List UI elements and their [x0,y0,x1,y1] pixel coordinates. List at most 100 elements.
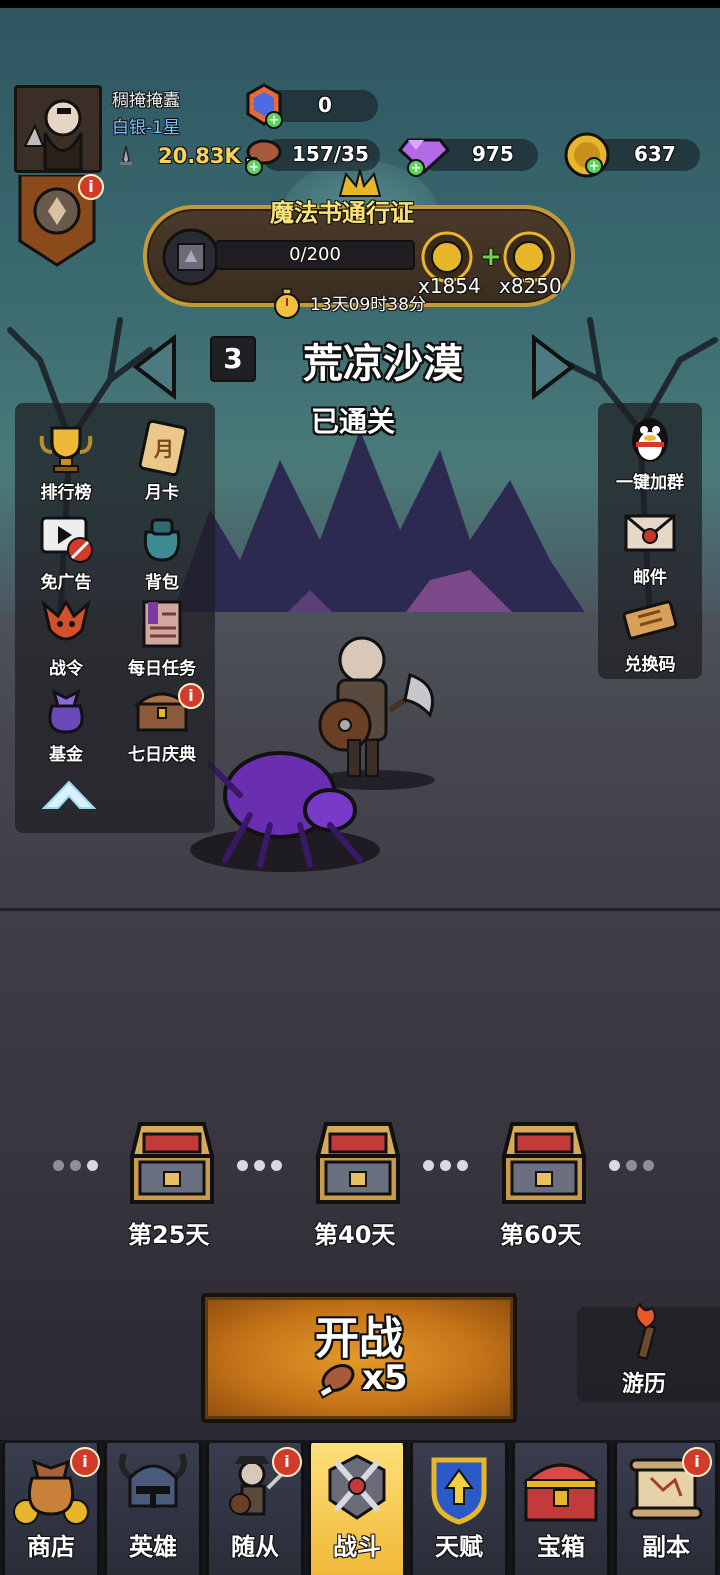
chest-day-label: 第25天 [128,1221,210,1249]
talent-shield-icon [431,1457,487,1525]
pass-reward2-amount: x8250 [499,274,562,298]
mail-icon [624,514,676,552]
battle-order-label: 战令 [49,659,83,679]
nav-hero-label: 英雄 [129,1533,177,1561]
no-ads-icon [40,516,93,563]
stage-status: 已通关 [311,405,396,438]
svg-text:+: + [411,161,422,176]
battle-swords-icon [328,1454,386,1520]
gold-coin-icon: + [564,132,610,178]
nav-talent-label: 天赋 [435,1533,483,1561]
leaderboard-label: 排行榜 [40,483,92,503]
progress-dots-2 [234,1156,285,1175]
torch-icon [635,1302,657,1360]
treasure-chest-icon [522,1463,600,1522]
progress-dots-4 [606,1156,657,1175]
fund-bag-icon [48,689,84,734]
nav-battle-label: 战斗 [333,1533,381,1561]
gold-value: 637 [634,142,676,166]
nav-treasure[interactable]: 宝箱 [512,1443,610,1575]
nav-follower-label: 随从 [231,1533,279,1561]
pass-timer: 13天09时38分 [310,295,426,315]
sword-power-icon [120,145,132,166]
daily-task-button[interactable]: 每日任务 [114,596,210,682]
mail-label: 邮件 [633,568,667,588]
purple-diamond-icon: + [398,138,450,177]
join-group-button[interactable]: 一键加群 [602,410,698,496]
battle-order-button[interactable]: 战令 [18,596,114,682]
trophy-icon [39,426,93,473]
player-name: 稠掩掩蠹 [112,91,180,111]
progress-dots-1 [50,1156,101,1175]
chest-day-label: 第40天 [314,1221,396,1249]
next-stage-arrow-icon[interactable] [530,334,576,400]
day-reward-chest-icon[interactable] [126,1116,218,1208]
svg-text:+: + [589,159,600,174]
pass-progress-text: 0/200 [289,244,341,265]
nav-hero[interactable]: 英雄 [104,1443,202,1575]
redeem-code-button[interactable]: 兑换码 [602,592,698,678]
combat-power: 20.83K [158,144,241,168]
explore-label: 游历 [622,1372,667,1397]
nav-dungeon-badge: i [682,1447,712,1477]
svg-text:+: + [269,113,280,128]
mail-button[interactable]: 邮件 [602,505,698,591]
enemy-spider [190,751,380,872]
daily-task-label: 每日任务 [128,659,196,679]
pass-title: 魔法书通行证 [270,199,414,227]
nav-shop-label: 商店 [27,1533,75,1561]
battle-order-icon [41,598,91,641]
redeem-code-label: 兑换码 [624,655,676,675]
stage-number: 3 [210,336,256,382]
avatar-portrait-icon [17,88,99,170]
day-reward-chest-icon[interactable] [498,1116,590,1208]
hero-helmet-icon [119,1452,187,1508]
nav-battle[interactable]: 战斗 [308,1443,406,1575]
month-card-icon: 月 [138,420,188,476]
player-avatar[interactable] [14,85,102,173]
nav-treasure-label: 宝箱 [537,1533,585,1561]
seven-day-label: 七日庆典 [128,745,196,765]
nav-shop-badge: i [70,1447,100,1477]
no-ads-button[interactable]: 免广告 [18,510,114,596]
qq-penguin-icon [632,418,668,462]
prev-stage-arrow-icon[interactable] [132,334,178,400]
gem-ticket-value: 0 [318,93,332,117]
chest-day-label: 第60天 [500,1221,582,1249]
plus-icon: + [480,242,502,272]
backpack-button[interactable]: 背包 [114,510,210,596]
svg-text:+: + [249,160,260,175]
meat-cost-icon [317,1364,355,1399]
backpack-label: 背包 [145,573,179,593]
coupon-icon [622,600,678,640]
month-card-label: 月卡 [145,483,179,503]
day-reward-chest-icon[interactable] [312,1116,404,1208]
progress-dots-3 [420,1156,471,1175]
daily-task-icon [142,600,182,648]
nav-follower-badge: i [272,1447,302,1477]
svg-text:月: 月 [153,437,174,461]
crystal-mountain [170,430,590,620]
pass-reward1-amount: x1854 [418,274,481,298]
player-rank: 白银-1星 [112,118,180,138]
stopwatch-icon [274,288,300,319]
start-battle-label: 开战 [315,1313,403,1364]
battle-cost: x5 [362,1358,408,1398]
hex-gem-icon: + [246,83,283,129]
fund-button[interactable]: 基金 [18,682,114,768]
leaderboard-button[interactable]: 排行榜 [18,420,114,506]
fund-label: 基金 [49,745,83,765]
nav-talent[interactable]: 天赋 [410,1443,508,1575]
magic-book-icon [162,228,220,286]
join-group-label: 一键加群 [616,473,684,493]
meat-stamina-icon: + [245,139,282,176]
collapse-chevron-icon[interactable] [40,776,98,814]
rank-badge: i [78,174,104,200]
stamina-value: 157/35 [292,142,369,166]
nav-dungeon-label: 副本 [642,1533,690,1561]
no-ads-label: 免广告 [40,573,92,593]
status-strip [0,0,720,8]
stage-title: 荒凉沙漠 [303,341,463,387]
backpack-icon [143,518,181,562]
month-card-button[interactable]: 月 月卡 [114,420,210,506]
